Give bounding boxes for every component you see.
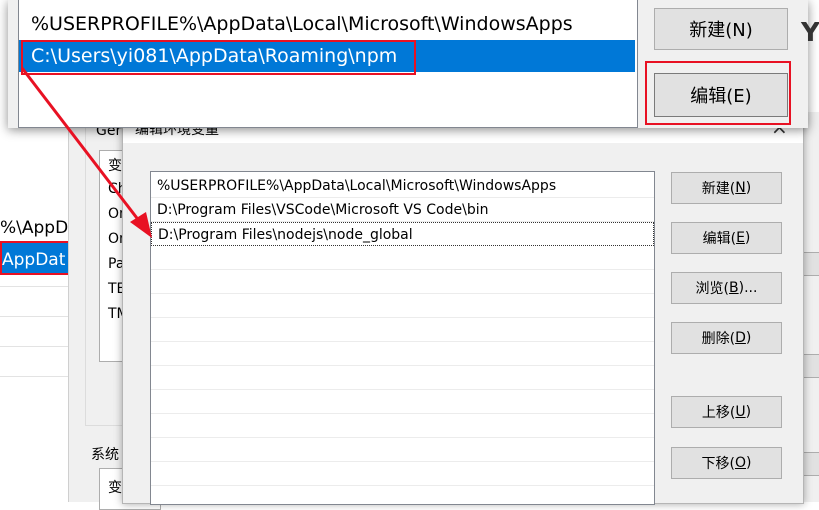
empty-row	[151, 414, 654, 438]
snippet-new-button[interactable]: 新建(N)	[654, 8, 788, 50]
snippet-edit-button[interactable]: 编辑(E)	[654, 73, 788, 117]
move-up-button[interactable]: 上移(U)	[671, 396, 782, 428]
column-header: 变	[108, 158, 122, 174]
snippet-list[interactable]: %USERPROFILE%\AppData\Local\Microsoft\Wi…	[18, 0, 638, 128]
path-text: %USERPROFILE%\AppData\Local\Microsoft\Wi…	[157, 178, 557, 194]
row-divider	[0, 286, 72, 287]
snippet-row[interactable]: %USERPROFILE%\AppData\Local\Microsoft\Wi…	[19, 8, 635, 40]
edit-button[interactable]: 编辑(E)	[671, 222, 782, 254]
path-row-focused[interactable]: D:\Program Files\nodejs\node_global	[151, 222, 654, 246]
path-row[interactable]: D:\Program Files\VSCode\Microsoft VS Cod…	[151, 198, 654, 222]
empty-row	[151, 318, 654, 342]
snippet-highlight-box	[21, 40, 416, 75]
empty-row	[151, 342, 654, 366]
left-list-item-selected[interactable]: AppDat	[0, 241, 72, 275]
empty-row	[151, 438, 654, 462]
empty-row	[151, 462, 654, 486]
column-header: 变	[108, 480, 122, 496]
row-divider	[0, 316, 72, 317]
edit-env-dialog: 编辑环境变量 × %USERPROFILE%\AppData\Local\Mic…	[122, 112, 804, 505]
row-divider	[0, 376, 72, 377]
zoomed-snippet: %USERPROFILE%\AppData\Local\Microsoft\Wi…	[8, 0, 819, 128]
delete-button[interactable]: 删除(D)	[671, 322, 782, 354]
empty-row	[151, 246, 654, 270]
path-text: D:\Program Files\nodejs\node_global	[158, 227, 413, 243]
browse-button[interactable]: 浏览(B)...	[671, 272, 782, 304]
new-button[interactable]: 新建(N)	[671, 172, 782, 204]
path-text: D:\Program Files\VSCode\Microsoft VS Cod…	[157, 202, 489, 218]
empty-row	[151, 270, 654, 294]
system-vars-label: 系统	[91, 447, 119, 463]
empty-row	[151, 294, 654, 318]
partial-icon: Y	[801, 18, 819, 48]
path-list[interactable]: %USERPROFILE%\AppData\Local\Microsoft\Wi…	[150, 171, 655, 505]
empty-row	[151, 486, 654, 504]
left-list-item[interactable]: %\AppD	[0, 216, 72, 240]
left-list: %\AppD AppDat	[0, 216, 72, 406]
empty-row	[151, 366, 654, 390]
move-down-button[interactable]: 下移(O)	[671, 447, 782, 479]
empty-row	[151, 390, 654, 414]
path-row[interactable]: %USERPROFILE%\AppData\Local\Microsoft\Wi…	[151, 174, 654, 198]
row-divider	[0, 346, 72, 347]
